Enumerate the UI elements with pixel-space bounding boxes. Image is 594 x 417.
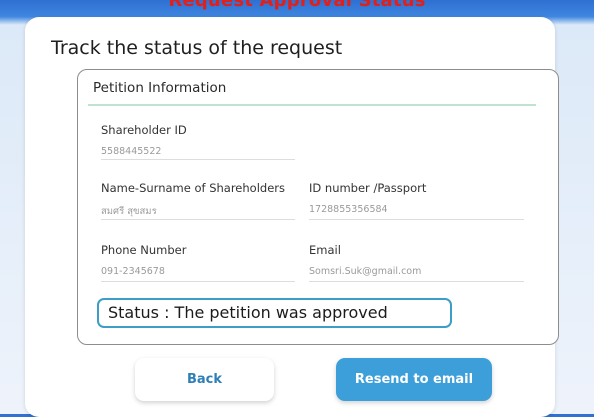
status-text: Status : The petition was approved xyxy=(108,303,388,322)
card-title: Track the status of the request xyxy=(51,37,343,59)
section-title: Petition Information xyxy=(93,80,227,96)
id-number-value: 1728855356584 xyxy=(309,204,388,215)
id-number-label: ID number /Passport xyxy=(309,181,427,195)
shareholder-id-value: 5588445522 xyxy=(101,146,162,157)
section-divider xyxy=(88,104,536,106)
status-box: Status : The petition was approved xyxy=(97,298,452,328)
phone-label: Phone Number xyxy=(101,243,187,257)
email-value: Somsri.Suk@gmail.com xyxy=(309,266,422,277)
back-button[interactable]: Back xyxy=(135,358,274,401)
email-underline xyxy=(309,281,524,282)
phone-value: 091-2345678 xyxy=(101,266,165,277)
name-label: Name-Surname of Shareholders xyxy=(101,181,285,195)
email-label: Email xyxy=(309,243,341,257)
name-underline xyxy=(101,219,295,220)
name-value: สมศรี สุขสมร xyxy=(101,206,157,217)
status-card: Track the status of the request Petition… xyxy=(25,17,559,417)
resend-to-email-button[interactable]: Resend to email xyxy=(336,358,492,401)
page-header-title: Request Approval Status xyxy=(168,0,426,11)
petition-info-panel: Petition Information Shareholder ID 5588… xyxy=(77,69,559,345)
id-number-underline xyxy=(309,219,524,220)
shareholder-id-underline xyxy=(101,159,295,160)
shareholder-id-label: Shareholder ID xyxy=(101,123,187,137)
phone-underline xyxy=(101,281,295,282)
